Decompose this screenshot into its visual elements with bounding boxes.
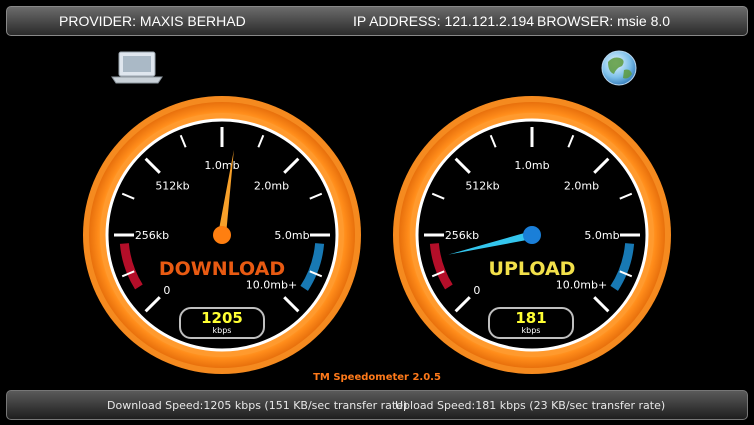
- gauge-scale-label: 2.0mb: [564, 180, 599, 193]
- gauge-scale-label: 10.0mb+: [556, 278, 607, 291]
- gauge-scale-label: 512kb: [465, 180, 499, 193]
- needle-hub: [523, 226, 541, 244]
- upload-speed-value: 181: [515, 309, 547, 327]
- speedometer-panel: PROVIDER: MAXIS BERHAD IP ADDRESS: 121.1…: [0, 0, 754, 425]
- version-label: TM Speedometer 2.0.5: [313, 372, 441, 383]
- gauge-scale-label: 1.0mb: [514, 159, 549, 172]
- gauge-scale-label: 5.0mb: [274, 229, 309, 242]
- gauge-scale-label: 0: [473, 284, 480, 297]
- gauge-scale-label: 0: [163, 284, 170, 297]
- gauge-scale-label: 2.0mb: [254, 180, 289, 193]
- download-readout: 1205 kbps: [179, 307, 265, 339]
- needle-hub: [213, 226, 231, 244]
- download-summary-text: Download Speed:1205 kbps (151 KB/sec tra…: [107, 399, 408, 412]
- gauge-scale-label: 1.0mb: [204, 159, 239, 172]
- gauges-layer: 0256kb512kb1.0mb2.0mb5.0mb10.0mb+DOWNLOA…: [83, 96, 671, 374]
- gauge-scale-label: 10.0mb+: [246, 278, 297, 291]
- download-label: DOWNLOAD: [159, 258, 285, 280]
- gauge-scale-label: 256kb: [135, 229, 169, 242]
- upload-summary-text: Upload Speed:181 kbps (23 KB/sec transfe…: [395, 399, 666, 412]
- upload-readout: 181 kbps: [488, 307, 574, 339]
- gauge-scale-label: 256kb: [445, 229, 479, 242]
- gauge-scale-label: 512kb: [155, 180, 189, 193]
- upload-speed-unit: kbps: [521, 326, 541, 335]
- summary-footer-bar: Download Speed:1205 kbps (151 KB/sec tra…: [6, 390, 748, 420]
- upload-label: UPLOAD: [489, 258, 576, 280]
- download-speed-unit: kbps: [212, 326, 232, 335]
- gauge-scale-label: 5.0mb: [584, 229, 619, 242]
- download-speed-value: 1205: [201, 309, 243, 327]
